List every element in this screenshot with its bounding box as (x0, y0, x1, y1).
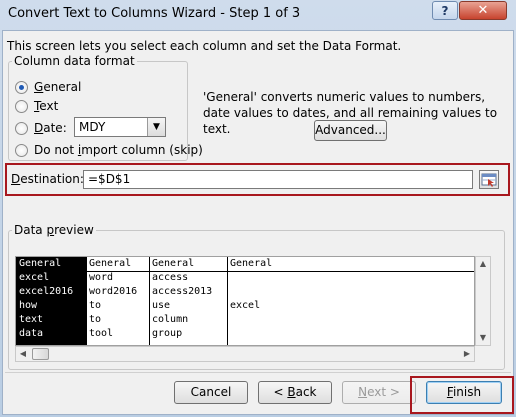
range-picker-icon[interactable] (479, 170, 499, 189)
preview-header-cell: General (89, 258, 132, 269)
preview-cell: word2016 (89, 286, 138, 297)
scroll-up-icon[interactable]: ▲ (476, 257, 490, 271)
scroll-down-icon[interactable]: ▼ (476, 331, 490, 345)
back-button-label: < Back (273, 385, 317, 399)
finish-button-label: Finish (446, 385, 482, 399)
preview-header-cell: General (19, 258, 62, 269)
close-button[interactable]: ✕ (459, 1, 507, 20)
cancel-button[interactable]: Cancel (174, 381, 248, 404)
radio-general-label: General (34, 80, 82, 94)
intro-text: This screen lets you select each column … (7, 39, 402, 53)
help-button[interactable]: ? (432, 1, 458, 20)
next-button[interactable]: Next > (342, 381, 416, 404)
preview-cell: how (19, 300, 38, 311)
data-preview-legend: Data preview (12, 223, 96, 237)
horizontal-scroll-thumb[interactable] (32, 348, 49, 360)
window-title: Convert Text to Columns Wizard - Step 1 … (8, 6, 301, 21)
radio-text[interactable]: Text (15, 99, 58, 113)
preview-cell: text (19, 314, 44, 325)
data-preview-grid[interactable]: General General General General excel word acc… (15, 256, 475, 346)
finish-button[interactable]: Finish (426, 381, 502, 404)
scroll-left-icon[interactable]: ◀ (16, 347, 30, 361)
preview-header-cell: General (152, 258, 195, 269)
dialog-body: This screen lets you select each column … (2, 30, 514, 415)
scroll-right-icon[interactable]: ▶ (460, 347, 474, 361)
preview-cell: word (89, 272, 114, 283)
date-format-value: MDY (79, 120, 106, 134)
chevron-down-icon[interactable]: ▼ (147, 118, 165, 136)
preview-cell: column (152, 314, 189, 325)
preview-header-cell: General (230, 258, 273, 269)
preview-cell: access2013 (152, 286, 213, 297)
next-button-label: Next > (358, 385, 400, 399)
destination-row: Destination: =$D$1 (5, 163, 510, 196)
radio-date[interactable]: Date: (15, 121, 67, 135)
radio-date-label: Date: (34, 121, 67, 135)
title-bar: Convert Text to Columns Wizard - Step 1 … (0, 0, 516, 30)
radio-skip[interactable]: Do not import column (skip) (15, 143, 203, 157)
destination-label: Destination: (11, 172, 84, 186)
radio-text-label: Text (34, 99, 59, 113)
preview-cell: excel (230, 300, 261, 311)
radio-general[interactable]: General (15, 80, 81, 94)
radio-skip-indicator[interactable] (15, 143, 28, 157)
range-picker-glyph (481, 173, 497, 187)
back-button[interactable]: < Back (258, 381, 332, 404)
preview-cell: access (152, 272, 189, 283)
date-format-select[interactable]: MDY ▼ (74, 117, 166, 137)
preview-horizontal-scrollbar[interactable]: ◀ ▶ (15, 346, 475, 362)
advanced-button[interactable]: Advanced... (314, 120, 387, 141)
preview-cell: to (89, 314, 102, 325)
radio-text-indicator[interactable] (15, 99, 28, 113)
cancel-button-label: Cancel (190, 385, 232, 399)
column-format-legend: Column data format (12, 54, 137, 68)
advanced-button-label: Advanced... (315, 123, 386, 137)
preview-cell: excel (19, 272, 50, 283)
footer-divider (5, 372, 511, 373)
destination-input[interactable]: =$D$1 (83, 170, 473, 189)
preview-cell: to (89, 300, 102, 311)
preview-cell: data (19, 328, 44, 339)
preview-column-separator (86, 257, 87, 345)
wizard-window: Convert Text to Columns Wizard - Step 1 … (0, 0, 516, 417)
preview-column-separator (227, 257, 228, 345)
radio-skip-label: Do not import column (skip) (34, 143, 203, 157)
preview-column-separator (149, 257, 150, 345)
radio-date-indicator[interactable] (15, 121, 28, 135)
preview-vertical-scrollbar[interactable]: ▲ ▼ (475, 256, 491, 346)
preview-cell: excel2016 (19, 286, 74, 297)
radio-general-indicator[interactable] (15, 80, 28, 94)
preview-cell: tool (89, 328, 114, 339)
preview-cell: use (152, 300, 171, 311)
preview-cell: group (152, 328, 183, 339)
